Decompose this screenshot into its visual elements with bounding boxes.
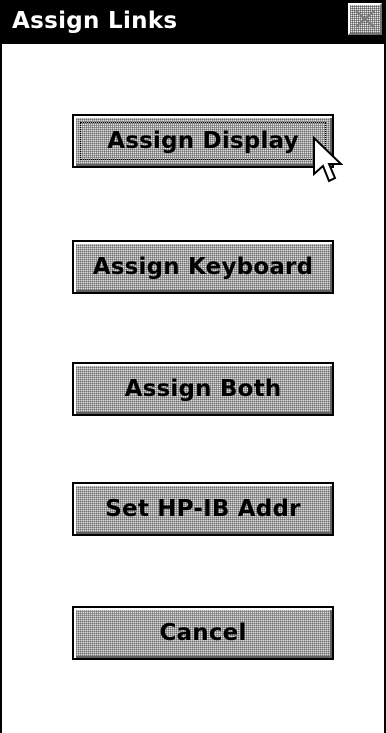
assign-keyboard-button[interactable]: Assign Keyboard: [72, 240, 334, 294]
title-bar[interactable]: Assign Links: [2, 0, 384, 44]
assign-both-label: Assign Both: [124, 376, 282, 402]
close-icon: [355, 10, 375, 28]
cancel-label: Cancel: [159, 620, 247, 646]
assign-links-dialog: Assign Links Assign Display Assign Keybo…: [0, 0, 386, 733]
mouse-pointer-icon: [313, 136, 344, 183]
set-hpib-addr-label: Set HP-IB Addr: [105, 496, 301, 522]
cancel-button[interactable]: Cancel: [72, 606, 334, 660]
assign-both-button[interactable]: Assign Both: [72, 362, 334, 416]
set-hpib-addr-button[interactable]: Set HP-IB Addr: [72, 482, 334, 536]
assign-keyboard-label: Assign Keyboard: [92, 254, 314, 280]
assign-display-label: Assign Display: [107, 128, 299, 154]
window-title: Assign Links: [12, 8, 178, 34]
assign-display-button[interactable]: Assign Display: [72, 114, 334, 168]
close-button[interactable]: [348, 3, 382, 35]
